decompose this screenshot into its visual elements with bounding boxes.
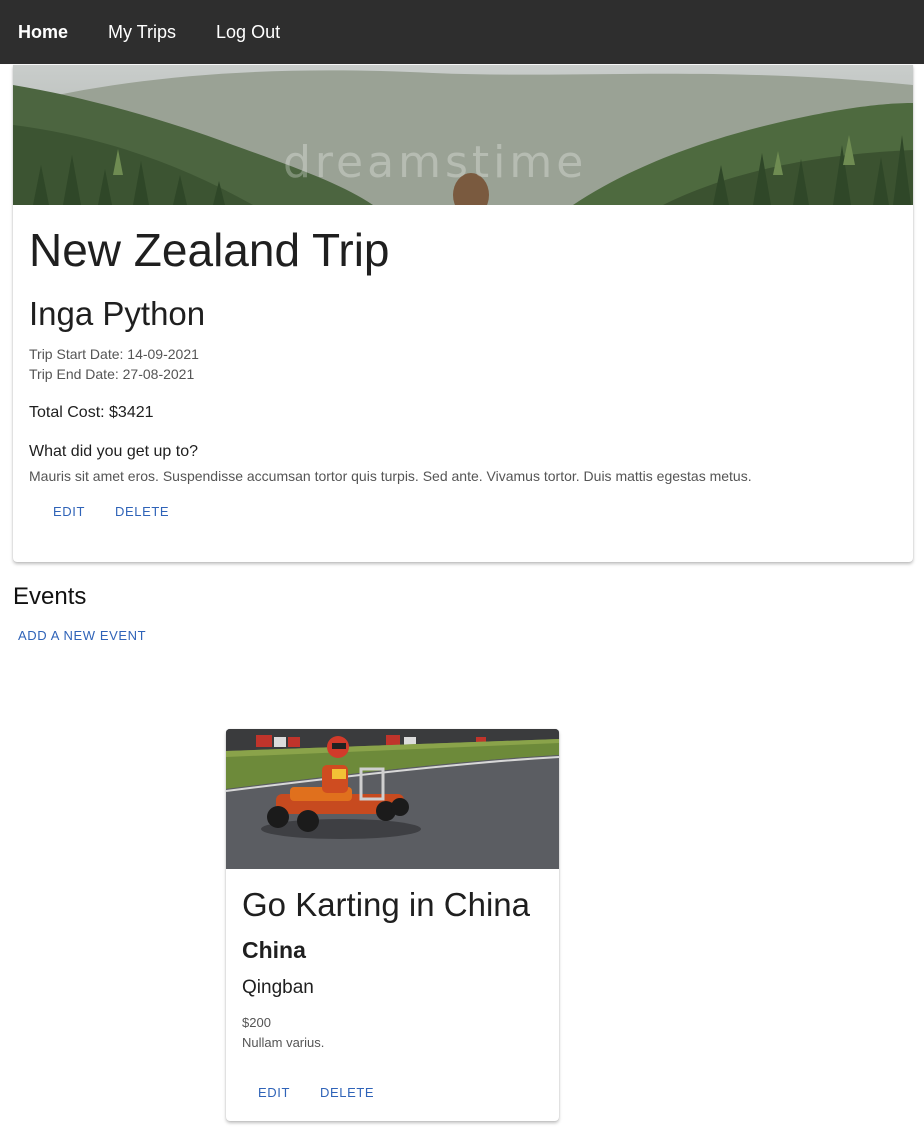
event-description: Nullam varius. [242, 1035, 325, 1050]
event-card: Go Karting in China China Qingban $200 N… [226, 729, 559, 1121]
top-navbar: Home My Trips Log Out [0, 0, 924, 64]
events-heading: Events [13, 583, 87, 610]
trip-delete-button[interactable]: DELETE [105, 498, 179, 525]
event-city: Qingban [242, 977, 314, 998]
nav-log-out-link[interactable]: Log Out [216, 22, 280, 43]
event-edit-button[interactable]: EDIT [248, 1079, 300, 1106]
event-country: China [242, 937, 306, 963]
trip-edit-button[interactable]: EDIT [43, 498, 95, 525]
nav-my-trips-link[interactable]: My Trips [108, 22, 176, 43]
trip-card: dreamstime New Zealand Trip Inga Python … [13, 65, 913, 562]
trip-hero-image: dreamstime [13, 65, 913, 205]
trip-end-date: Trip End Date: 27-08-2021 [29, 366, 195, 382]
event-delete-button[interactable]: DELETE [310, 1079, 384, 1106]
trip-owner-name: Inga Python [29, 295, 206, 332]
trip-total-cost: Total Cost: $3421 [29, 404, 154, 421]
event-actions: EDIT DELETE [242, 1079, 543, 1106]
trip-title: New Zealand Trip [29, 224, 390, 276]
event-title: Go Karting in China [242, 886, 530, 923]
trip-description: Mauris sit amet eros. Suspendisse accums… [29, 468, 752, 484]
event-cost: $200 [242, 1015, 271, 1030]
trip-activities-heading: What did you get up to? [29, 443, 198, 460]
svg-text:dreamstime: dreamstime [283, 137, 587, 188]
trip-dates: Trip Start Date: 14-09-2021 Trip End Dat… [29, 344, 897, 384]
trip-actions: EDIT DELETE [29, 498, 897, 525]
add-event-button[interactable]: ADD A NEW EVENT [12, 624, 152, 647]
trip-start-date: Trip Start Date: 14-09-2021 [29, 346, 199, 362]
nav-home-link[interactable]: Home [18, 22, 68, 43]
event-image [226, 729, 559, 869]
